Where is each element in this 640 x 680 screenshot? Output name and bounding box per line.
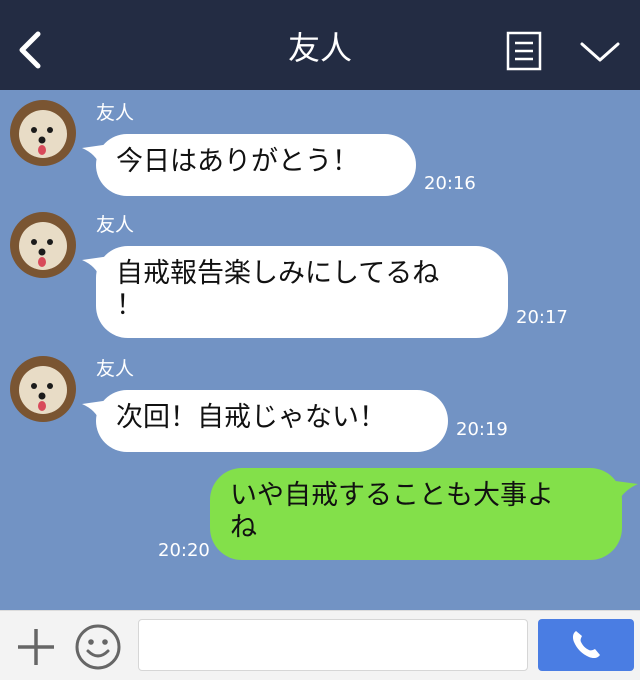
message-time: 20:19 xyxy=(456,419,508,440)
dog-photo xyxy=(10,356,76,422)
message-input-bar xyxy=(0,610,640,680)
chevron-down-icon[interactable] xyxy=(578,36,622,66)
chat-title: 友人 xyxy=(287,29,352,67)
message-bubble[interactable]: 次回！自戒じゃない！ xyxy=(96,390,448,452)
sender-name: 友人 xyxy=(96,102,135,124)
message-time: 20:20 xyxy=(158,540,210,561)
message-time: 20:17 xyxy=(516,307,568,328)
message-row: いや自戒することも大事よ ね 20:20 xyxy=(0,468,640,564)
message-row: 友人 次回！自戒じゃない！ 20:19 xyxy=(0,356,640,456)
message-time: 20:16 xyxy=(424,173,476,194)
sender-name: 友人 xyxy=(96,214,135,236)
phone-icon xyxy=(572,631,600,659)
message-bubble[interactable]: いや自戒することも大事よ ね xyxy=(210,468,622,560)
message-bubble[interactable]: 今日はありがとう！ xyxy=(96,134,416,196)
avatar[interactable] xyxy=(10,212,76,278)
message-input[interactable] xyxy=(138,619,528,671)
message-row: 友人 今日はありがとう！ 20:16 xyxy=(0,100,640,200)
plus-icon[interactable] xyxy=(14,625,58,669)
call-button[interactable] xyxy=(538,619,634,671)
message-row: 友人 自戒報告楽しみにしてるね ！ 20:17 xyxy=(0,212,640,342)
avatar[interactable] xyxy=(10,100,76,166)
notes-icon[interactable] xyxy=(506,31,542,71)
dog-photo xyxy=(10,212,76,278)
sender-name: 友人 xyxy=(96,358,135,380)
message-list[interactable]: 友人 今日はありがとう！ 20:16 友人 自戒報告楽しみにしてるね ！ 20:… xyxy=(0,90,640,610)
chat-header: 友人 xyxy=(0,0,640,90)
dog-photo xyxy=(10,100,76,166)
smiley-icon[interactable] xyxy=(74,623,122,671)
message-bubble[interactable]: 自戒報告楽しみにしてるね ！ xyxy=(96,246,508,338)
bubble-tail xyxy=(608,480,638,502)
avatar[interactable] xyxy=(10,356,76,422)
